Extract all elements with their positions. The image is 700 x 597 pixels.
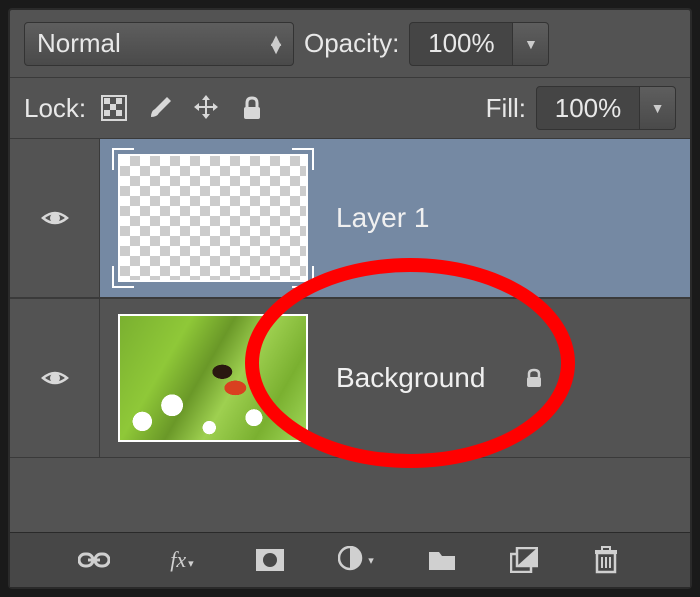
layer-fx-button[interactable]: fx▾ (157, 541, 207, 579)
layer-thumbnail[interactable] (118, 154, 308, 282)
opacity-label: Opacity: (304, 28, 399, 59)
layer-body[interactable]: Background (100, 299, 690, 457)
layer-body[interactable]: Layer 1 (100, 139, 690, 297)
adjustment-layer-button[interactable]: ▾ (333, 541, 379, 579)
blend-mode-value: Normal (37, 28, 121, 59)
eye-icon (41, 364, 69, 392)
trash-icon (593, 546, 619, 574)
layer-mask-button[interactable] (251, 541, 289, 579)
link-icon (78, 550, 110, 570)
eye-icon (41, 204, 69, 232)
layers-bottom-toolbar: fx▾ ▾ (10, 532, 690, 587)
layer-row[interactable]: Background (10, 298, 690, 458)
lock-icon (239, 95, 265, 121)
move-icon (191, 93, 221, 123)
updown-icon: ▲▼ (267, 36, 281, 52)
layers-list: Layer 1 Background (10, 138, 690, 532)
lock-all-button[interactable] (234, 90, 270, 126)
lock-transparency-button[interactable] (96, 90, 132, 126)
fill-value-box[interactable]: 100% (536, 86, 640, 130)
lock-brush-button[interactable] (142, 90, 178, 126)
opacity-dropdown-button[interactable]: ▼ (513, 22, 549, 66)
delete-layer-button[interactable] (587, 541, 625, 579)
new-layer-icon (510, 547, 538, 573)
brush-icon (145, 93, 175, 123)
new-group-button[interactable] (423, 541, 461, 579)
visibility-toggle[interactable] (10, 299, 100, 457)
fill-dropdown-button[interactable]: ▼ (640, 86, 676, 130)
visibility-toggle[interactable] (10, 139, 100, 297)
chevron-down-icon: ▼ (651, 100, 665, 116)
lock-label: Lock: (24, 93, 86, 124)
fill-label: Fill: (486, 93, 526, 124)
folder-icon (427, 548, 457, 572)
blend-mode-dropdown[interactable]: Normal ▲▼ (24, 22, 294, 66)
layer-name-label[interactable]: Layer 1 (336, 202, 429, 234)
fx-icon: fx▾ (170, 547, 193, 573)
new-layer-button[interactable] (505, 541, 543, 579)
lock-transparency-icon (101, 95, 127, 121)
chevron-down-icon: ▼ (524, 36, 538, 52)
opacity-value: 100% (428, 28, 495, 59)
layer-thumbnail[interactable] (118, 314, 308, 442)
layer-row[interactable]: Layer 1 (10, 138, 690, 298)
chevron-down-icon: ▾ (368, 554, 374, 567)
lock-position-button[interactable] (188, 90, 224, 126)
link-layers-button[interactable] (75, 541, 113, 579)
mask-icon (255, 548, 285, 572)
top-controls-row: Normal ▲▼ Opacity: 100% ▼ (10, 10, 690, 78)
layers-panel: Normal ▲▼ Opacity: 100% ▼ Lock: Fill: (8, 8, 692, 589)
opacity-value-box[interactable]: 100% (409, 22, 513, 66)
layer-locked-icon (523, 367, 545, 389)
adjustment-icon (338, 546, 366, 574)
layer-name-label[interactable]: Background (336, 362, 485, 394)
lock-controls-row: Lock: Fill: 100% ▼ (10, 78, 690, 138)
fill-value: 100% (555, 93, 622, 124)
image-thumbnail (120, 316, 306, 440)
